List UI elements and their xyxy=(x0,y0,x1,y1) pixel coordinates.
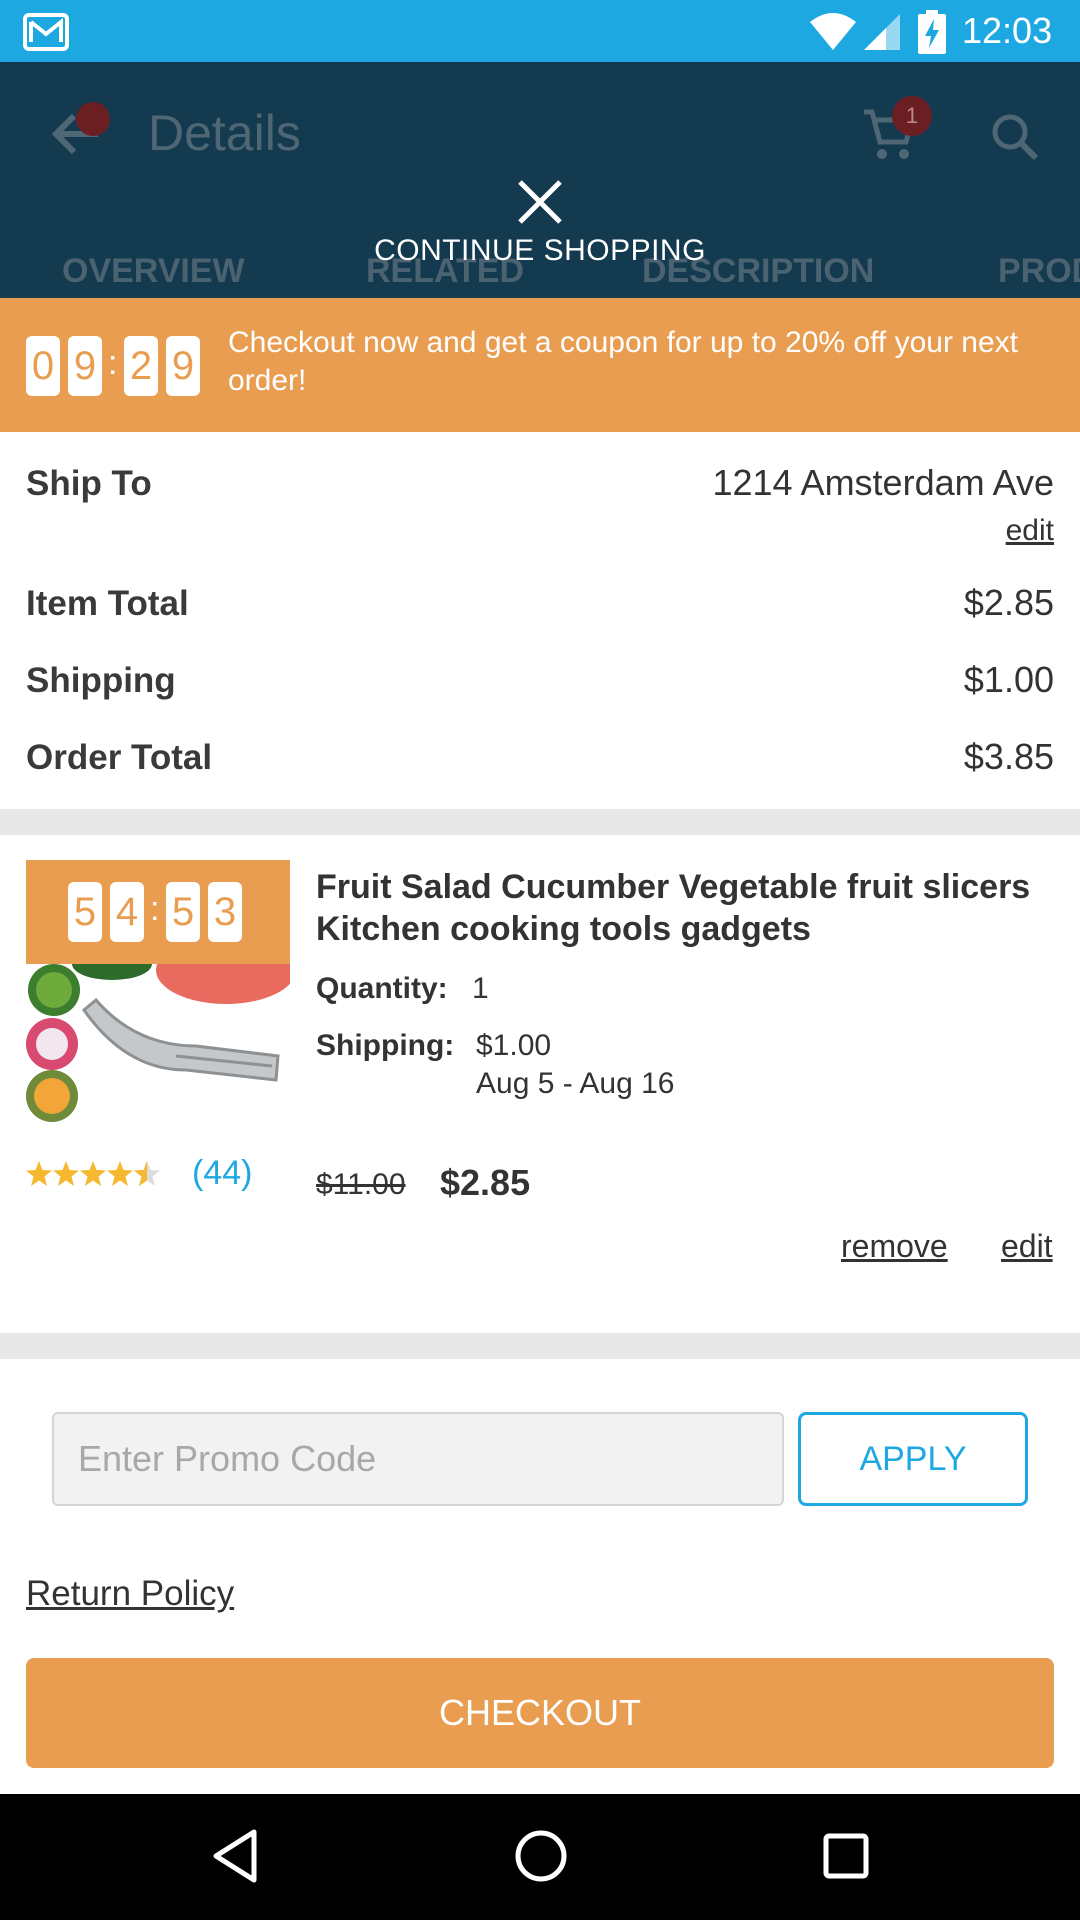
original-price: $11.00 xyxy=(316,1168,406,1201)
product-shipping-value: $1.00 xyxy=(476,1029,552,1062)
close-icon[interactable] xyxy=(510,172,570,232)
quantity-value: 1 xyxy=(472,972,489,1005)
item-total-label: Item Total xyxy=(26,584,189,623)
shipping-value: $1.00 xyxy=(963,659,1054,700)
quantity-label: Quantity: xyxy=(316,972,448,1005)
timer-colon: : xyxy=(150,890,160,928)
sale-price: $2.85 xyxy=(440,1162,531,1203)
shipping-label: Shipping xyxy=(26,661,176,700)
ship-to-label: Ship To xyxy=(26,464,152,503)
star-rating xyxy=(26,1158,162,1195)
page-title: Details xyxy=(148,105,301,161)
star-icons xyxy=(26,1161,160,1186)
timer-digit: 3 xyxy=(208,882,242,942)
timer-colon: : xyxy=(108,344,118,382)
section-divider xyxy=(0,809,1080,835)
shipping-dates: Aug 5 - Aug 16 xyxy=(476,1067,675,1100)
product-image[interactable]: 5 4 : 5 3 xyxy=(26,860,290,1124)
battery-charging-icon xyxy=(918,10,946,54)
search-icon[interactable] xyxy=(990,112,1040,162)
back-nav-icon[interactable] xyxy=(210,1828,260,1884)
timer-digit: 0 xyxy=(26,336,60,396)
review-count[interactable]: (44) xyxy=(192,1154,252,1193)
remove-item-link[interactable]: remove xyxy=(841,1228,948,1265)
order-total-label: Order Total xyxy=(26,738,213,777)
timer-digit: 5 xyxy=(166,882,200,942)
edit-address-link[interactable]: edit xyxy=(1006,514,1054,548)
timer-digit: 9 xyxy=(68,336,102,396)
edit-item-link[interactable]: edit xyxy=(1001,1228,1053,1265)
timer-digit: 4 xyxy=(110,882,144,942)
signal-icon xyxy=(864,14,900,50)
order-total-value: $3.85 xyxy=(963,736,1054,777)
notification-dot xyxy=(76,102,110,136)
section-divider xyxy=(0,1333,1080,1359)
product-shipping-label: Shipping: xyxy=(316,1029,455,1062)
promo-code-input[interactable] xyxy=(52,1412,784,1506)
coupon-banner: 0 9 : 2 9 Checkout now and get a coupon … xyxy=(0,298,1080,432)
return-policy-link[interactable]: Return Policy xyxy=(26,1574,234,1614)
system-nav-bar xyxy=(0,1794,1080,1920)
checkout-button[interactable]: CHECKOUT xyxy=(26,1658,1054,1768)
status-bar: 12:03 xyxy=(0,0,1080,62)
item-total-value: $2.85 xyxy=(963,582,1054,623)
cart-badge: 1 xyxy=(892,96,932,136)
recents-nav-icon[interactable] xyxy=(822,1828,870,1884)
apply-button[interactable]: APPLY xyxy=(798,1412,1028,1506)
product-title[interactable]: Fruit Salad Cucumber Vegetable fruit sli… xyxy=(316,866,1056,950)
mail-icon xyxy=(23,13,69,51)
timer-digit: 9 xyxy=(166,336,200,396)
timer-digit: 5 xyxy=(68,882,102,942)
continue-shopping-button[interactable]: CONTINUE SHOPPING xyxy=(0,234,1080,268)
timer-digit: 2 xyxy=(124,336,158,396)
home-nav-icon[interactable] xyxy=(513,1828,569,1884)
wifi-icon xyxy=(810,13,856,50)
status-time: 12:03 xyxy=(962,10,1053,51)
product-timer: 5 4 : 5 3 xyxy=(26,860,290,964)
coupon-message: Checkout now and get a coupon for up to … xyxy=(228,326,1018,397)
ship-to-address: 1214 Amsterdam Ave xyxy=(712,462,1054,503)
